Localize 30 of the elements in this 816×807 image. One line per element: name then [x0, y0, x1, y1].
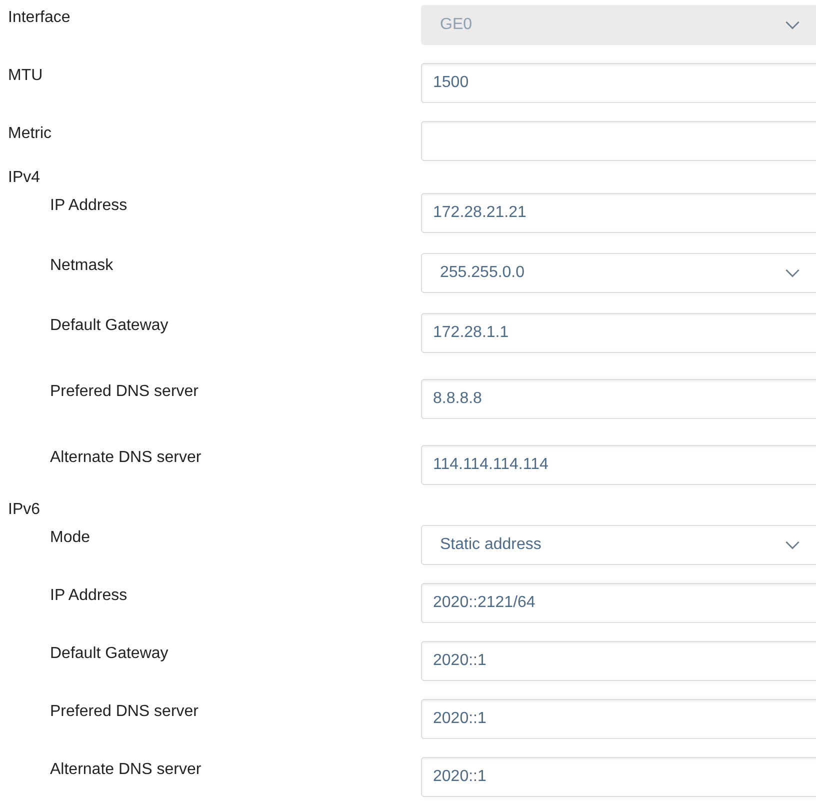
- field-label: Mode: [49, 528, 92, 547]
- input-field[interactable]: 2020::1: [421, 757, 816, 797]
- section-heading: IPv6: [8, 501, 42, 520]
- field-label: Alternate DNS server: [49, 760, 202, 779]
- input-field[interactable]: 172.28.21.21: [421, 193, 816, 233]
- field-label: Metric: [8, 124, 53, 143]
- field-label: Default Gateway: [49, 316, 170, 335]
- field-label: IP Address: [49, 196, 128, 215]
- section-heading: IPv4: [8, 169, 42, 188]
- input-field[interactable]: 2020::1: [421, 641, 816, 681]
- input-field[interactable]: [421, 121, 816, 161]
- field-label: Prefered DNS server: [49, 382, 200, 401]
- field-label: Netmask: [49, 256, 114, 275]
- input-field[interactable]: 172.28.1.1: [421, 313, 816, 353]
- chevron-down-icon: [785, 20, 800, 30]
- field-label: Prefered DNS server: [49, 702, 200, 721]
- input-field[interactable]: 114.114.114.114: [421, 445, 816, 485]
- dropdown[interactable]: 255.255.0.0: [421, 253, 816, 293]
- field-label: Alternate DNS server: [49, 448, 202, 467]
- chevron-down-icon: [785, 540, 800, 550]
- dropdown[interactable]: Static address: [421, 525, 816, 565]
- input-field[interactable]: 8.8.8.8: [421, 379, 816, 419]
- field-label: IP Address: [49, 586, 128, 605]
- input-field[interactable]: 1500: [421, 63, 816, 103]
- input-field[interactable]: 2020::1: [421, 699, 816, 739]
- input-field[interactable]: 2020::2121/64: [421, 583, 816, 623]
- chevron-down-icon: [785, 268, 800, 278]
- field-label: Default Gateway: [49, 644, 170, 663]
- field-label: MTU: [8, 66, 44, 85]
- field-label: Interface: [8, 8, 72, 27]
